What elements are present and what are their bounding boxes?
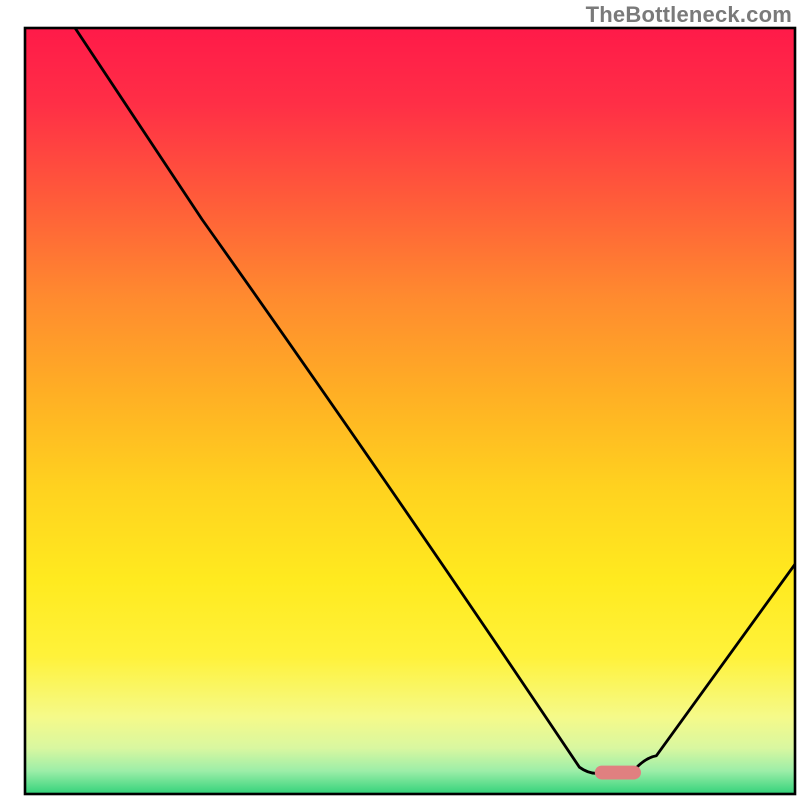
watermark-label: TheBottleneck.com [586,2,792,28]
plot-area [25,28,795,794]
optimal-marker [595,766,641,780]
chart-container: TheBottleneck.com [0,0,800,800]
plot-background [25,28,795,794]
bottleneck-chart [0,0,800,800]
